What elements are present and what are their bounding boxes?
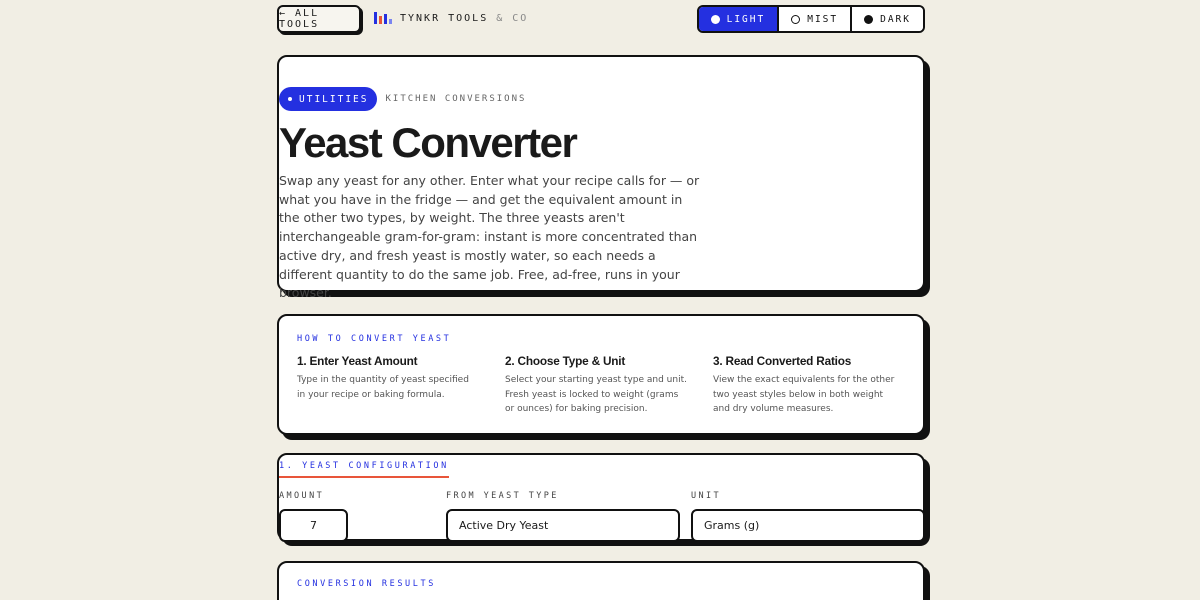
- theme-light-button[interactable]: LIGHT: [698, 7, 780, 31]
- steps-list: 1. Enter Yeast Amount Type in the quanti…: [297, 354, 895, 417]
- theme-dark-label: DARK: [880, 13, 911, 25]
- results-heading: CONVERSION RESULTS: [297, 579, 436, 589]
- top-bar: ← ALL TOOLS TYNKR TOOLS & CO LIGHT MIST …: [277, 5, 925, 33]
- step-item: 2. Choose Type & Unit Select your starti…: [505, 354, 687, 417]
- step-text: Select your starting yeast type and unit…: [505, 375, 687, 414]
- brand-name: TYNKR TOOLS: [400, 12, 489, 24]
- filled-circle-icon: [710, 14, 720, 24]
- yeast-type-label: FROM YEAST TYPE: [446, 491, 559, 501]
- step-text: Type in the quantity of yeast specified …: [297, 375, 469, 400]
- back-button-label: ← ALL TOOLS: [279, 8, 320, 30]
- ring-circle-icon: [791, 14, 801, 24]
- step-title: 2. Choose Type & Unit: [505, 354, 626, 368]
- badge-dot-icon: [288, 97, 292, 101]
- category-badge[interactable]: UTILITIES: [279, 87, 378, 111]
- yeast-type-select[interactable]: Active Dry Yeast: [446, 509, 680, 542]
- unit-label: UNIT: [691, 491, 722, 501]
- yeast-configuration-card: 1. YEAST CONFIGURATION AMOUNT 7 FROM YEA…: [277, 453, 925, 542]
- theme-mist-button[interactable]: MIST: [779, 7, 853, 31]
- page-title: Yeast Converter: [279, 119, 578, 166]
- conversion-results-card: CONVERSION RESULTS: [277, 561, 925, 600]
- dark-circle-icon: [864, 14, 874, 24]
- theme-switcher: LIGHT MIST DARK: [696, 5, 925, 33]
- configuration-heading: 1. YEAST CONFIGURATION: [279, 461, 449, 478]
- unit-select[interactable]: Grams (g): [691, 509, 925, 542]
- yeast-type-value: Active Dry Yeast: [459, 519, 549, 532]
- all-tools-button[interactable]: ← ALL TOOLS: [277, 5, 361, 33]
- amount-input[interactable]: 7: [279, 509, 348, 542]
- category-badge-label: UTILITIES: [299, 93, 369, 105]
- theme-mist-label: MIST: [807, 13, 839, 25]
- step-text: View the exact equivalents for the other…: [713, 375, 895, 414]
- unit-value: Grams (g): [704, 519, 760, 532]
- hero-card: UTILITIES KITCHEN CONVERSIONS Yeast Conv…: [277, 55, 925, 300]
- theme-dark-button[interactable]: DARK: [852, 7, 923, 31]
- hero-meta: UTILITIES KITCHEN CONVERSIONS: [279, 87, 526, 111]
- step-title: 1. Enter Yeast Amount: [297, 354, 418, 368]
- step-item: 3. Read Converted Ratios View the exact …: [713, 354, 895, 417]
- amount-label: AMOUNT: [279, 491, 325, 501]
- step-title: 3. Read Converted Ratios: [713, 354, 852, 368]
- breadcrumb: KITCHEN CONVERSIONS: [385, 94, 527, 104]
- how-to-heading: HOW TO CONVERT YEAST: [297, 334, 452, 344]
- brand[interactable]: TYNKR TOOLS & CO: [374, 12, 528, 24]
- page-description: Swap any yeast for any other. Enter what…: [279, 173, 700, 301]
- how-to-card: HOW TO CONVERT YEAST 1. Enter Yeast Amou…: [277, 314, 925, 435]
- brand-suffix: & CO: [496, 12, 529, 24]
- brand-logo-icon: [374, 12, 392, 24]
- step-item: 1. Enter Yeast Amount Type in the quanti…: [297, 354, 479, 417]
- amount-value: 7: [310, 519, 317, 532]
- theme-light-label: LIGHT: [726, 13, 766, 25]
